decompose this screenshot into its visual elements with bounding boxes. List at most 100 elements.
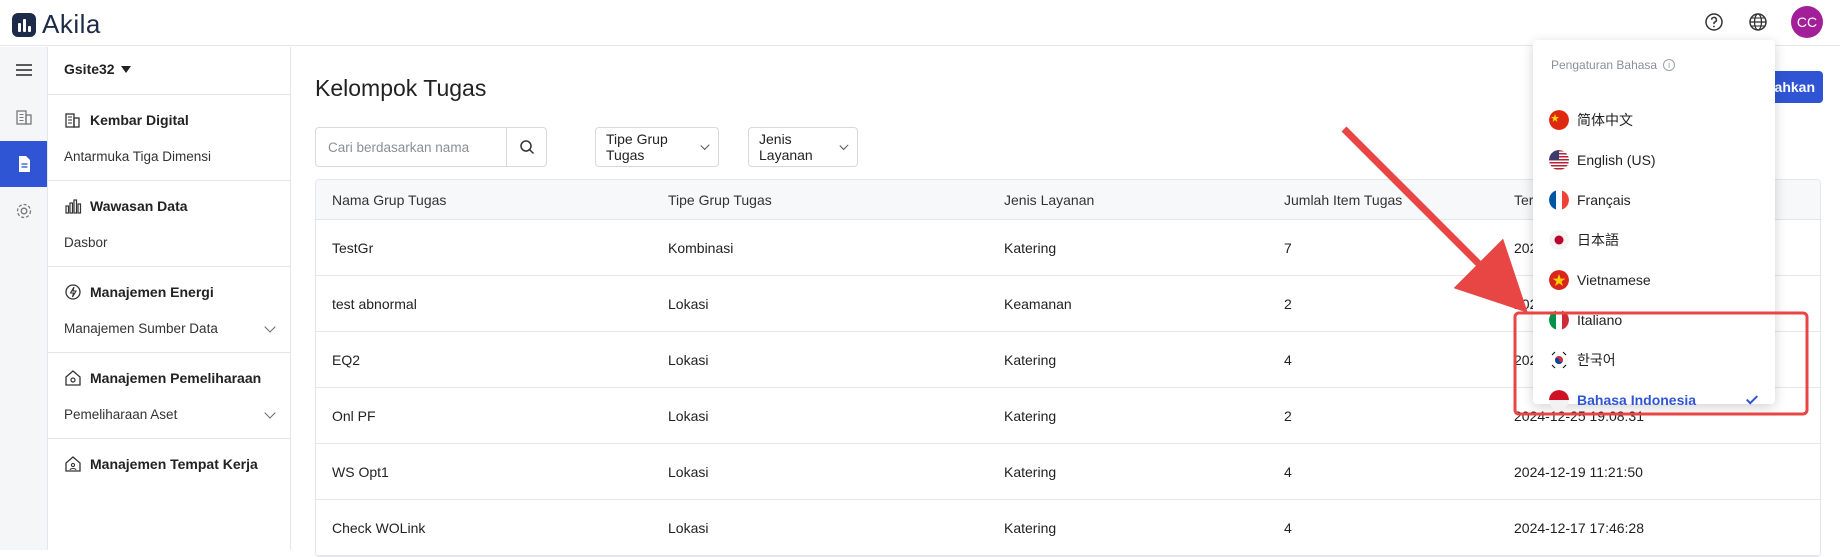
language-option-kr[interactable]: 한국어 — [1533, 340, 1775, 380]
info-icon: i — [1663, 59, 1676, 71]
lightning-icon — [65, 284, 81, 300]
table-cell: 7 — [1284, 239, 1292, 256]
nav-item-asset-maintenance[interactable]: Pemeliharaan Aset — [64, 407, 177, 422]
flag-us-icon — [1549, 150, 1569, 170]
language-label: English (US) — [1577, 152, 1656, 168]
table-cell: 2024-12-19 11:21:50 — [1514, 463, 1643, 480]
logo-icon — [12, 12, 36, 37]
user-avatar[interactable]: CC — [1791, 6, 1823, 38]
nav-section-title[interactable]: Manajemen Pemeliharaan — [64, 369, 261, 387]
language-label: Français — [1577, 192, 1631, 208]
document-icon[interactable] — [0, 141, 47, 187]
gear-icon[interactable] — [0, 188, 47, 234]
table-cell: Lokasi — [668, 519, 709, 536]
flag-jp-icon — [1549, 230, 1569, 250]
table-cell: EQ2 — [332, 351, 361, 368]
table-cell: 4 — [1284, 519, 1292, 536]
table-cell: Onl PF — [332, 407, 376, 424]
flag-kr-icon — [1549, 350, 1569, 370]
menu-icon[interactable] — [0, 47, 47, 93]
building-icon — [65, 113, 80, 128]
nav-section-title[interactable]: Manajemen Energi — [64, 283, 214, 301]
language-label: 日本語 — [1577, 232, 1619, 248]
language-option-fr[interactable]: Français — [1533, 180, 1775, 220]
language-option-jp[interactable]: 日本語 — [1533, 220, 1775, 260]
chevron-down-icon[interactable] — [264, 321, 276, 333]
house-gear-icon — [65, 370, 81, 386]
flag-vn-icon — [1549, 270, 1569, 290]
building-icon[interactable] — [0, 94, 47, 140]
language-option-cn[interactable]: 简体中文 — [1533, 100, 1775, 140]
language-option-it[interactable]: Italiano — [1533, 300, 1775, 340]
table-cell: test abnormal — [332, 295, 417, 312]
language-label: Vietnamese — [1577, 272, 1651, 288]
nav-section-title[interactable]: Wawasan Data — [64, 197, 188, 215]
table-row[interactable]: WS Opt1 Lokasi Katering 4 2024-12-19 11:21:5… — [316, 444, 1820, 500]
nav-section-title[interactable]: Kembar Digital — [64, 111, 189, 129]
nav-section-data-insight: Wawasan Data Dasbor — [48, 180, 290, 266]
table-row[interactable]: Check WOLink Lokasi Katering 4 2024-12-17 17… — [316, 500, 1820, 556]
table-cell: Katering — [1004, 351, 1057, 368]
language-option-us[interactable]: English (US) — [1533, 140, 1775, 180]
nav-item-3d-interface[interactable]: Antarmuka Tiga Dimensi — [64, 149, 211, 164]
nav-item-data-source[interactable]: Manajemen Sumber Data — [64, 321, 218, 336]
site-selector[interactable]: Gsite32 — [64, 61, 131, 77]
globe-icon[interactable] — [1747, 11, 1769, 33]
search-button[interactable] — [506, 128, 546, 166]
nav-section-workplace: Manajemen Tempat Kerja — [48, 438, 290, 550]
search-box — [315, 127, 547, 167]
filter-task-group-type[interactable]: Tipe Grup Tugas — [595, 127, 719, 167]
table-cell: Check WOLink — [332, 519, 426, 536]
table-cell: Katering — [1004, 463, 1057, 480]
table-cell: Kombinasi — [668, 239, 734, 256]
language-option-vn[interactable]: Vietnamese — [1533, 260, 1775, 300]
table-cell: Lokasi — [668, 407, 709, 424]
flag-fr-icon — [1549, 190, 1569, 210]
bar-chart-icon — [65, 199, 82, 214]
help-icon[interactable] — [1703, 11, 1725, 33]
table-cell: 4 — [1284, 351, 1292, 368]
app-name: Akila — [42, 9, 101, 39]
table-cell: WS Opt1 — [332, 463, 389, 480]
flag-it-icon — [1549, 310, 1569, 330]
table-cell: 2024-12-17 17:46:28 — [1514, 519, 1644, 536]
nav-section-energy: Manajemen Energi Manajemen Sumber Data — [48, 266, 290, 352]
language-menu-title: Pengaturan Bahasa i — [1551, 58, 1676, 72]
table-cell: 2 — [1284, 407, 1292, 424]
flag-cn-icon — [1549, 110, 1569, 130]
nav-section-maintenance: Manajemen Pemeliharaan Pemeliharaan Aset — [48, 352, 290, 438]
checkmark-icon — [1745, 392, 1759, 405]
table-cell: Lokasi — [668, 295, 709, 312]
chevron-down-icon — [700, 140, 710, 150]
chevron-down-icon[interactable] — [264, 407, 276, 419]
table-cell: Keamanan — [1004, 295, 1072, 312]
nav-section-title[interactable]: Manajemen Tempat Kerja — [64, 455, 258, 473]
table-cell: TestGr — [332, 239, 374, 256]
table-cell: Katering — [1004, 407, 1057, 424]
language-label: Italiano — [1577, 312, 1623, 328]
page-title: Kelompok Tugas — [315, 75, 487, 101]
nav-section-digital-twin: Kembar Digital Antarmuka Tiga Dimensi — [48, 94, 290, 180]
table-cell: 4 — [1284, 463, 1292, 480]
chevron-down-icon — [839, 140, 849, 150]
house-person-icon — [65, 456, 81, 472]
search-input[interactable] — [316, 128, 506, 166]
table-cell: 2 — [1284, 295, 1292, 312]
search-icon — [519, 140, 534, 155]
icon-rail — [0, 47, 48, 550]
table-cell: Lokasi — [668, 463, 709, 480]
flag-id-icon — [1549, 390, 1569, 410]
language-label: Bahasa Indonesia — [1577, 392, 1697, 408]
table-cell: Lokasi — [668, 351, 709, 368]
table-cell: Katering — [1004, 519, 1057, 536]
navigation-panel: Gsite32 Kembar Digital Antarmuka Tiga Di… — [48, 47, 291, 550]
filter-service-type[interactable]: Jenis Layanan — [748, 127, 858, 167]
caret-down-icon — [120, 65, 131, 73]
language-option-id[interactable]: Bahasa Indonesia — [1533, 380, 1775, 420]
language-label: 简体中文 — [1577, 112, 1633, 128]
nav-item-dashboard[interactable]: Dasbor — [64, 235, 108, 250]
app-logo[interactable]: Akila — [12, 9, 101, 40]
language-dropdown: Pengaturan Bahasa i 简体中文 English (US) Fran… — [1533, 40, 1775, 410]
language-label: 한국어 — [1577, 352, 1616, 368]
site-name: Gsite32 — [64, 61, 115, 77]
